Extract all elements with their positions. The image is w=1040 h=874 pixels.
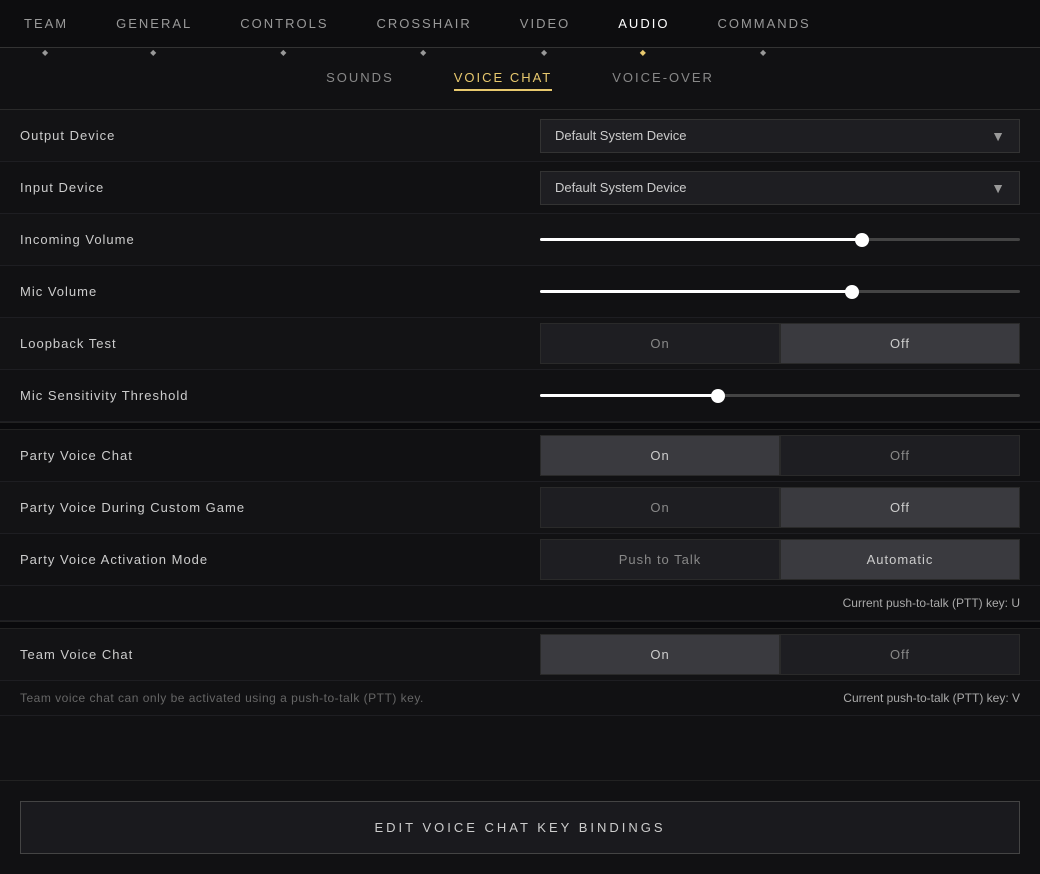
bottom-bar: EDIT VOICE CHAT KEY BINDINGS [0, 780, 1040, 874]
loopback-test-control: On Off [540, 323, 1020, 364]
slider-thumb[interactable] [855, 233, 869, 247]
incoming-volume-label: Incoming Volume [20, 232, 540, 247]
party-voice-activation-auto-btn[interactable]: Automatic [780, 539, 1020, 580]
input-device-dropdown[interactable]: Default System Device ▼ [540, 171, 1020, 205]
nav-item-commands[interactable]: COMMANDS [693, 0, 834, 47]
mic-sensitivity-slider[interactable] [540, 386, 1020, 406]
mic-volume-slider[interactable] [540, 282, 1020, 302]
nav-item-general[interactable]: GENERAL [92, 0, 216, 47]
team-voice-chat-on-btn[interactable]: On [540, 634, 780, 675]
slider-track [540, 238, 1020, 241]
page-wrapper: TEAM GENERAL CONTROLS CROSSHAIR VIDEO AU… [0, 0, 1040, 874]
party-voice-custom-game-toggle-group: On Off [540, 487, 1020, 528]
mic-sensitivity-label: Mic Sensitivity Threshold [20, 388, 540, 403]
nav-item-video[interactable]: VIDEO [496, 0, 594, 47]
slider-thumb[interactable] [845, 285, 859, 299]
top-nav: TEAM GENERAL CONTROLS CROSSHAIR VIDEO AU… [0, 0, 1040, 48]
team-voice-chat-control: On Off [540, 634, 1020, 675]
party-ptt-note-row: Current push-to-talk (PTT) key: U [0, 586, 1040, 621]
input-device-row: Input Device Default System Device ▼ [0, 162, 1040, 214]
output-device-control: Default System Device ▼ [540, 119, 1020, 153]
mic-sensitivity-row: Mic Sensitivity Threshold [0, 370, 1040, 422]
slider-track [540, 394, 1020, 397]
incoming-volume-control [540, 230, 1020, 250]
loopback-on-btn[interactable]: On [540, 323, 780, 364]
output-device-row: Output Device Default System Device ▼ [0, 110, 1040, 162]
party-ptt-key-text: Current push-to-talk (PTT) key: U [540, 596, 1020, 610]
dropdown-arrow-icon: ▼ [991, 128, 1005, 144]
party-voice-activation-ptt-btn[interactable]: Push to Talk [540, 539, 780, 580]
input-device-label: Input Device [20, 180, 540, 195]
dropdown-arrow-icon: ▼ [991, 180, 1005, 196]
page-content: SOUNDS VOICE CHAT VOICE-OVER Output Devi… [0, 48, 1040, 874]
party-voice-chat-control: On Off [540, 435, 1020, 476]
tab-voice-chat[interactable]: VOICE CHAT [454, 66, 553, 91]
output-device-label: Output Device [20, 128, 540, 143]
slider-thumb[interactable] [711, 389, 725, 403]
nav-item-crosshair[interactable]: CROSSHAIR [353, 0, 496, 47]
tab-sounds[interactable]: SOUNDS [326, 66, 394, 91]
party-voice-chat-off-btn[interactable]: Off [780, 435, 1020, 476]
incoming-volume-slider[interactable] [540, 230, 1020, 250]
party-voice-chat-on-btn[interactable]: On [540, 435, 780, 476]
nav-item-controls[interactable]: CONTROLS [216, 0, 352, 47]
nav-item-team[interactable]: TEAM [0, 0, 92, 47]
party-voice-activation-label: Party Voice Activation Mode [20, 552, 540, 567]
team-voice-chat-toggle-group: On Off [540, 634, 1020, 675]
mic-volume-row: Mic Volume [0, 266, 1040, 318]
party-voice-custom-game-off-btn[interactable]: Off [780, 487, 1020, 528]
party-voice-chat-row: Party Voice Chat On Off [0, 430, 1040, 482]
party-voice-custom-game-on-btn[interactable]: On [540, 487, 780, 528]
slider-track [540, 290, 1020, 293]
team-voice-chat-label: Team Voice Chat [20, 647, 540, 662]
input-device-control: Default System Device ▼ [540, 171, 1020, 205]
party-voice-activation-toggle-group: Push to Talk Automatic [540, 539, 1020, 580]
loopback-test-label: Loopback Test [20, 336, 540, 351]
party-voice-custom-game-control: On Off [540, 487, 1020, 528]
mic-volume-label: Mic Volume [20, 284, 540, 299]
loopback-test-row: Loopback Test On Off [0, 318, 1040, 370]
party-voice-activation-control: Push to Talk Automatic [540, 539, 1020, 580]
output-device-dropdown[interactable]: Default System Device ▼ [540, 119, 1020, 153]
edit-key-bindings-button[interactable]: EDIT VOICE CHAT KEY BINDINGS [20, 801, 1020, 854]
party-voice-custom-game-label: Party Voice During Custom Game [20, 500, 540, 515]
team-voice-chat-off-btn[interactable]: Off [780, 634, 1020, 675]
section-divider [0, 422, 1040, 430]
nav-item-audio[interactable]: AUDIO [594, 0, 693, 47]
tab-voice-over[interactable]: VOICE-OVER [612, 66, 714, 91]
team-voice-chat-row: Team Voice Chat On Off [0, 629, 1040, 681]
loopback-off-btn[interactable]: Off [780, 323, 1020, 364]
party-voice-activation-row: Party Voice Activation Mode Push to Talk… [0, 534, 1040, 586]
sub-nav: SOUNDS VOICE CHAT VOICE-OVER [0, 48, 1040, 110]
party-voice-custom-game-row: Party Voice During Custom Game On Off [0, 482, 1040, 534]
team-ptt-key-text: Current push-to-talk (PTT) key: V [540, 691, 1020, 705]
slider-fill [540, 290, 852, 293]
slider-fill [540, 394, 718, 397]
team-voice-note-text: Team voice chat can only be activated us… [20, 691, 540, 705]
section-divider-2 [0, 621, 1040, 629]
team-voice-note-row: Team voice chat can only be activated us… [0, 681, 1040, 716]
slider-fill [540, 238, 862, 241]
incoming-volume-row: Incoming Volume [0, 214, 1040, 266]
loopback-toggle-group: On Off [540, 323, 1020, 364]
settings-content: Output Device Default System Device ▼ In… [0, 110, 1040, 716]
party-voice-chat-label: Party Voice Chat [20, 448, 540, 463]
mic-sensitivity-control [540, 386, 1020, 406]
mic-volume-control [540, 282, 1020, 302]
party-voice-chat-toggle-group: On Off [540, 435, 1020, 476]
